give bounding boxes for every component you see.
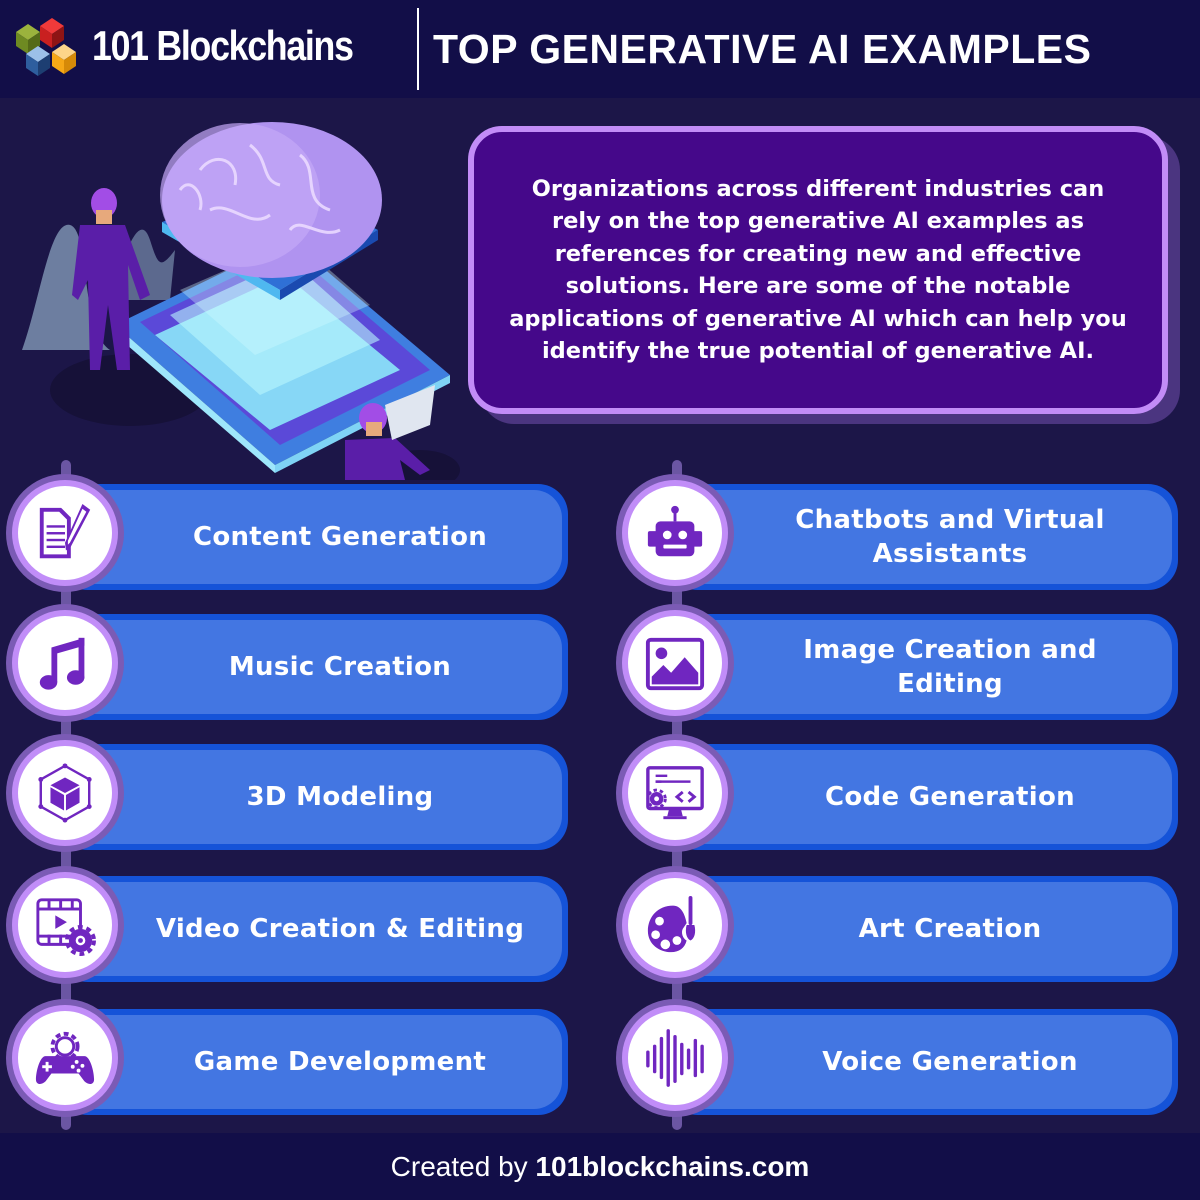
example-item-music-creation[interactable]: Music Creation xyxy=(0,604,570,722)
brand-name: 101 Blockchains xyxy=(92,22,354,69)
sound-wave-icon xyxy=(646,1029,704,1087)
example-card: Image Creation and Editing xyxy=(668,620,1172,714)
example-card: Art Creation xyxy=(668,882,1172,976)
footer-prefix: Created by xyxy=(390,1150,528,1182)
example-label: Chatbots and Virtual Assistants xyxy=(795,505,1105,569)
palette-brush-icon xyxy=(647,895,696,953)
example-label: Art Creation xyxy=(858,914,1042,944)
icon-badge xyxy=(18,746,112,840)
gamepad-gear-icon xyxy=(35,1031,95,1084)
header-divider xyxy=(417,8,419,90)
example-label: Voice Generation xyxy=(822,1047,1078,1077)
intro-text: Organizations across different industrie… xyxy=(509,175,1127,365)
icon-badge xyxy=(628,746,722,840)
logo-cubes-icon xyxy=(16,18,76,76)
example-item-art-creation[interactable]: Art Creation xyxy=(610,866,1180,984)
icon-badge xyxy=(628,878,722,972)
header: 101 Blockchains TOP GENERATIVE AI EXAMPL… xyxy=(0,0,1200,98)
icon-badge xyxy=(18,878,112,972)
example-card: Code Generation xyxy=(668,750,1172,844)
example-card: Game Development xyxy=(58,1015,562,1109)
footer: Created by 101blockchains.com xyxy=(0,1133,1200,1200)
icon-badge xyxy=(18,616,112,710)
icon-badge xyxy=(628,486,722,580)
code-monitor-icon xyxy=(646,766,704,820)
icon-badge xyxy=(18,486,112,580)
example-label: 3D Modeling xyxy=(246,782,434,812)
cube-3d-icon xyxy=(38,763,92,823)
example-card: Voice Generation xyxy=(668,1015,1172,1109)
footer-credit: Created by 101blockchains.com xyxy=(391,1151,810,1183)
example-item-voice-generation[interactable]: Voice Generation xyxy=(610,999,1180,1117)
example-card: Music Creation xyxy=(58,620,562,714)
footer-site-link[interactable]: 101blockchains.com xyxy=(535,1151,809,1182)
example-label: Game Development xyxy=(193,1047,487,1077)
example-card: 3D Modeling xyxy=(58,750,562,844)
icon-badge xyxy=(628,1011,722,1105)
example-item-video-creation[interactable]: Video Creation & Editing xyxy=(0,866,570,984)
page-title: TOP GENERATIVE AI EXAMPLES xyxy=(433,26,1092,72)
example-label: Content Generation xyxy=(192,522,488,552)
music-note-icon xyxy=(39,637,85,690)
icon-badge xyxy=(628,616,722,710)
example-card: Content Generation xyxy=(58,490,562,584)
document-pencil-icon xyxy=(39,503,91,559)
intro-box: Organizations across different industrie… xyxy=(468,126,1168,414)
example-label: Video Creation & Editing xyxy=(155,914,525,944)
example-card: Video Creation & Editing xyxy=(58,882,562,976)
robot-icon xyxy=(647,505,703,557)
example-item-3d-modeling[interactable]: 3D Modeling xyxy=(0,734,570,852)
example-card: Chatbots and Virtual Assistants xyxy=(668,490,1172,584)
example-item-chatbots[interactable]: Chatbots and Virtual Assistants xyxy=(610,474,1180,592)
video-settings-icon xyxy=(36,898,96,956)
hero-illustration xyxy=(22,122,460,480)
image-icon xyxy=(645,637,705,691)
example-item-code-generation[interactable]: Code Generation xyxy=(610,734,1180,852)
example-label: Music Creation xyxy=(228,652,452,682)
example-item-content-generation[interactable]: Content Generation xyxy=(0,474,570,592)
example-item-image-creation[interactable]: Image Creation and Editing xyxy=(610,604,1180,722)
example-label: Image Creation and Editing xyxy=(803,635,1097,699)
example-item-game-development[interactable]: Game Development xyxy=(0,999,570,1117)
example-label: Code Generation xyxy=(825,782,1075,812)
icon-badge xyxy=(18,1011,112,1105)
